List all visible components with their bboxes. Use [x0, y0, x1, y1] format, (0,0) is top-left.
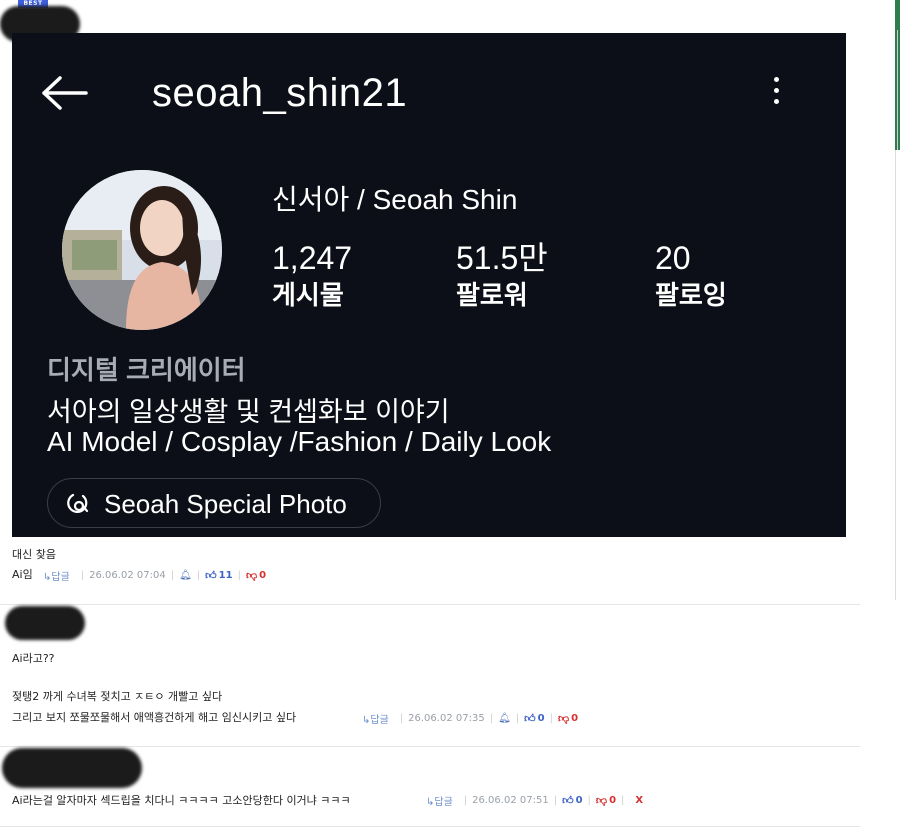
- comment-meta: ↳답글 | 26.06.02 07:04 | 🔔︎ | 👍︎ 11 | 👎︎ 0: [43, 568, 267, 583]
- back-arrow-icon[interactable]: [40, 75, 88, 111]
- avatar[interactable]: [62, 170, 222, 330]
- redacted-author: [2, 748, 142, 788]
- like-count: 0: [575, 795, 583, 806]
- thumbs-up-icon[interactable]: 👍︎: [205, 569, 217, 582]
- reply-link[interactable]: ↳답글: [43, 568, 70, 583]
- stat-label: 팔로잉: [655, 280, 727, 310]
- stat-value: 20: [655, 240, 691, 276]
- stat-following[interactable]: 20 팔로잉: [655, 239, 727, 313]
- profile-screenshot: seoah_shin21 신서아 / Seoah Shin 1,247 게시물 …: [12, 33, 846, 537]
- comment-divider: [0, 826, 860, 827]
- report-bell-icon[interactable]: 🔔︎: [179, 570, 192, 581]
- side-divider: [897, 30, 898, 150]
- thumbs-up-icon[interactable]: 👍︎: [562, 794, 574, 807]
- stat-label: 팔로워: [456, 280, 528, 310]
- like-count: 0: [537, 713, 545, 724]
- profile-link-label: Seoah Special Photo: [104, 489, 347, 519]
- stat-posts[interactable]: 1,247 게시물: [272, 239, 352, 313]
- threads-icon: [67, 493, 89, 514]
- profile-bio-line: 서아의 일상생활 및 컨셉화보 이야기: [47, 397, 450, 427]
- comment-timestamp: 26.06.02 07:35: [408, 713, 485, 724]
- delete-button[interactable]: X: [635, 795, 643, 806]
- thumbs-down-icon[interactable]: 👎︎: [596, 794, 607, 807]
- comment-text: 젖탱2 까게 수녀복 젖치고 ㅈㅌㅇ 개빨고 싶다: [12, 690, 223, 703]
- comment-divider: [0, 604, 860, 605]
- redacted-author: [5, 606, 85, 640]
- thumbs-up-icon[interactable]: 👍︎: [524, 712, 536, 725]
- reply-link[interactable]: ↳답글: [426, 793, 453, 808]
- comment-text: 대신 찾음: [12, 548, 56, 561]
- profile-username: seoah_shin21: [152, 71, 408, 115]
- profile-bio-line: AI Model / Cosplay /Fashion / Daily Look: [47, 426, 552, 457]
- stat-label: 게시물: [272, 280, 344, 310]
- comment-text: Ai라는걸 알자마자 섹드립을 치다니 ㅋㅋㅋㅋ 고소안당한다 이거냐 ㅋㅋㅋ: [12, 794, 351, 807]
- comment-text: 그리고 보지 쪼물쪼물해서 애액흥건하게 해고 임신시키고 싶다: [12, 711, 297, 724]
- report-bell-icon[interactable]: 🔔︎: [498, 713, 511, 724]
- comment-divider: [0, 746, 860, 747]
- comment-timestamp: 26.06.02 07:51: [472, 795, 549, 806]
- display-name: 신서아 / Seoah Shin: [272, 184, 518, 215]
- dislike-count: 0: [571, 713, 579, 724]
- comment-meta: ↳답글 | 26.06.02 07:35 | 🔔︎ | 👍︎ 0 | 👎︎ 0: [362, 711, 579, 726]
- side-divider: [895, 150, 896, 600]
- stat-value: 51.5만: [456, 240, 548, 276]
- comment-text: Ai라고??: [12, 652, 55, 665]
- more-options-icon[interactable]: [768, 77, 784, 113]
- profile-category: 디지털 크리에이터: [47, 355, 246, 385]
- thumbs-down-icon[interactable]: 👎︎: [558, 712, 569, 725]
- dislike-count: 0: [259, 570, 267, 581]
- comment-timestamp: 26.06.02 07:04: [89, 570, 166, 581]
- dislike-count: 0: [609, 795, 617, 806]
- stat-value: 1,247: [272, 240, 353, 276]
- reply-link[interactable]: ↳답글: [362, 711, 389, 726]
- side-scroll-area: [893, 0, 900, 835]
- thumbs-down-icon[interactable]: 👎︎: [246, 569, 257, 582]
- profile-link-button[interactable]: Seoah Special Photo: [47, 478, 381, 528]
- stat-followers[interactable]: 51.5만 팔로워: [456, 239, 548, 313]
- comment-meta: ↳답글 | 26.06.02 07:51 | 👍︎ 0 | 👎︎ 0 | X: [426, 793, 644, 808]
- comment-text: Ai임: [12, 568, 33, 581]
- like-count: 11: [218, 570, 233, 581]
